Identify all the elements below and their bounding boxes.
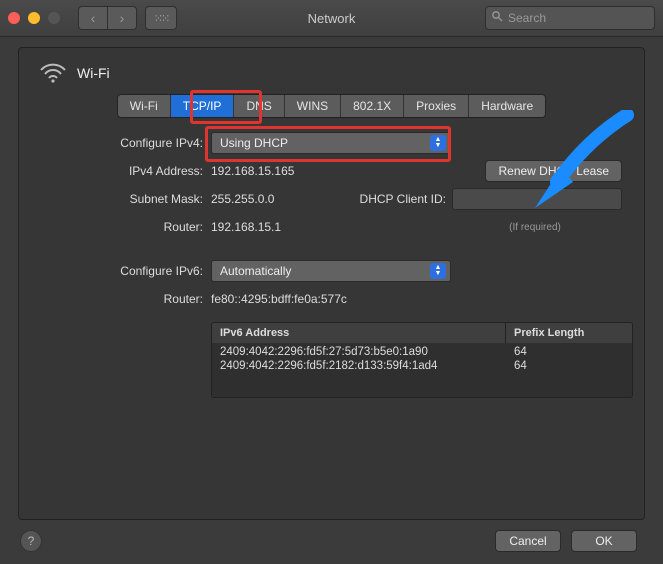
cancel-button[interactable]: Cancel bbox=[495, 530, 561, 552]
select-configure-ipv4[interactable]: Using DHCP ▲▼ bbox=[211, 132, 451, 154]
window-title: Network bbox=[308, 11, 356, 26]
help-button[interactable]: ? bbox=[20, 530, 42, 552]
label-ipv4-address: IPv4 Address: bbox=[35, 164, 211, 178]
label-dhcp-client-id: DHCP Client ID: bbox=[360, 192, 446, 206]
updown-arrows-icon: ▲▼ bbox=[430, 263, 446, 279]
tab-wins[interactable]: WINS bbox=[285, 95, 341, 117]
network-preferences-window: ‹ › ⁙⁙ Network Wi-Fi Wi-Fi TCP bbox=[0, 0, 663, 564]
row-ipv6-router: Router: fe80::4295:bdff:fe0a:577c bbox=[35, 288, 628, 310]
cell-ipv6-address: 2409:4042:2296:fd5f:2182:d133:59f4:1ad4 bbox=[212, 359, 506, 373]
value-ipv4-router: 192.168.15.1 bbox=[211, 220, 281, 234]
cell-prefix: 64 bbox=[506, 359, 632, 373]
nav-back-forward: ‹ › bbox=[78, 6, 137, 30]
wifi-icon bbox=[39, 62, 67, 84]
ok-button[interactable]: OK bbox=[571, 530, 637, 552]
tab-dns[interactable]: DNS bbox=[234, 95, 284, 117]
traffic-lights bbox=[8, 12, 60, 24]
value-ipv6-router: fe80::4295:bdff:fe0a:577c bbox=[211, 292, 347, 306]
tabs-container: Wi-Fi TCP/IP DNS WINS 802.1X Proxies Har… bbox=[35, 94, 628, 118]
value-ipv4-address: 192.168.15.165 bbox=[211, 164, 294, 178]
tab-tcpip[interactable]: TCP/IP bbox=[171, 95, 235, 117]
row-configure-ipv4: Configure IPv4: Using DHCP ▲▼ bbox=[35, 132, 628, 154]
label-configure-ipv6: Configure IPv6: bbox=[35, 264, 211, 278]
table-row[interactable]: 2409:4042:2296:fd5f:2182:d133:59f4:1ad4 … bbox=[212, 359, 632, 373]
ipv6-address-table: IPv6 Address Prefix Length 2409:4042:229… bbox=[211, 322, 633, 398]
titlebar: ‹ › ⁙⁙ Network bbox=[0, 0, 663, 37]
tab-row: Wi-Fi TCP/IP DNS WINS 802.1X Proxies Har… bbox=[117, 94, 546, 118]
wifi-panel: Wi-Fi Wi-Fi TCP/IP DNS WINS 802.1X Proxi… bbox=[18, 47, 645, 520]
row-ipv4-address: IPv4 Address: 192.168.15.165 Renew DHCP … bbox=[35, 160, 628, 182]
table-header: IPv6 Address Prefix Length bbox=[212, 323, 632, 343]
cell-prefix: 64 bbox=[506, 345, 632, 359]
search-icon bbox=[491, 10, 503, 25]
tab-8021x[interactable]: 802.1X bbox=[341, 95, 404, 117]
dhcp-client-id-input[interactable] bbox=[452, 188, 622, 210]
cell-ipv6-address: 2409:4042:2296:fd5f:27:5d73:b5e0:1a90 bbox=[212, 345, 506, 359]
th-ipv6-address[interactable]: IPv6 Address bbox=[212, 323, 506, 343]
row-configure-ipv6: Configure IPv6: Automatically ▲▼ bbox=[35, 260, 628, 282]
select-configure-ipv6-value: Automatically bbox=[220, 264, 291, 278]
minimize-window-icon[interactable] bbox=[28, 12, 40, 24]
table-row[interactable]: 2409:4042:2296:fd5f:27:5d73:b5e0:1a90 64 bbox=[212, 345, 632, 359]
row-subnet-client: Subnet Mask: 255.255.0.0 DHCP Client ID: bbox=[35, 188, 628, 210]
tab-hardware[interactable]: Hardware bbox=[469, 95, 545, 117]
select-configure-ipv4-value: Using DHCP bbox=[220, 136, 288, 150]
grid-icon: ⁙⁙ bbox=[154, 12, 168, 25]
back-button[interactable]: ‹ bbox=[78, 6, 108, 30]
label-ipv4-router: Router: bbox=[35, 220, 211, 234]
th-prefix-length[interactable]: Prefix Length bbox=[506, 323, 632, 343]
forward-button[interactable]: › bbox=[108, 6, 137, 30]
value-subnet-mask: 255.255.0.0 bbox=[211, 192, 274, 206]
table-body: 2409:4042:2296:fd5f:27:5d73:b5e0:1a90 64… bbox=[212, 343, 632, 397]
zoom-window-icon bbox=[48, 12, 60, 24]
tab-wifi[interactable]: Wi-Fi bbox=[118, 95, 171, 117]
close-window-icon[interactable] bbox=[8, 12, 20, 24]
note-if-required: (If required) bbox=[448, 222, 622, 233]
chevron-left-icon: ‹ bbox=[91, 10, 96, 26]
label-subnet-mask: Subnet Mask: bbox=[35, 192, 211, 206]
show-all-button[interactable]: ⁙⁙ bbox=[145, 6, 177, 30]
label-ipv6-router: Router: bbox=[35, 292, 211, 306]
renew-dhcp-lease-button[interactable]: Renew DHCP Lease bbox=[485, 160, 622, 182]
search-wrap bbox=[485, 6, 655, 30]
button-bar: ? Cancel OK bbox=[18, 520, 645, 552]
panel-title: Wi-Fi bbox=[77, 65, 110, 81]
tab-proxies[interactable]: Proxies bbox=[404, 95, 469, 117]
search-input[interactable] bbox=[485, 6, 655, 30]
row-ipv4-router: Router: 192.168.15.1 (If required) bbox=[35, 216, 628, 238]
form-body: Configure IPv4: Using DHCP ▲▼ IPv4 Addre… bbox=[35, 132, 628, 398]
content-area: Wi-Fi Wi-Fi TCP/IP DNS WINS 802.1X Proxi… bbox=[0, 37, 663, 564]
panel-header: Wi-Fi bbox=[39, 62, 628, 84]
select-configure-ipv6[interactable]: Automatically ▲▼ bbox=[211, 260, 451, 282]
updown-arrows-icon: ▲▼ bbox=[430, 135, 446, 151]
chevron-right-icon: › bbox=[120, 10, 125, 26]
label-configure-ipv4: Configure IPv4: bbox=[35, 136, 211, 150]
